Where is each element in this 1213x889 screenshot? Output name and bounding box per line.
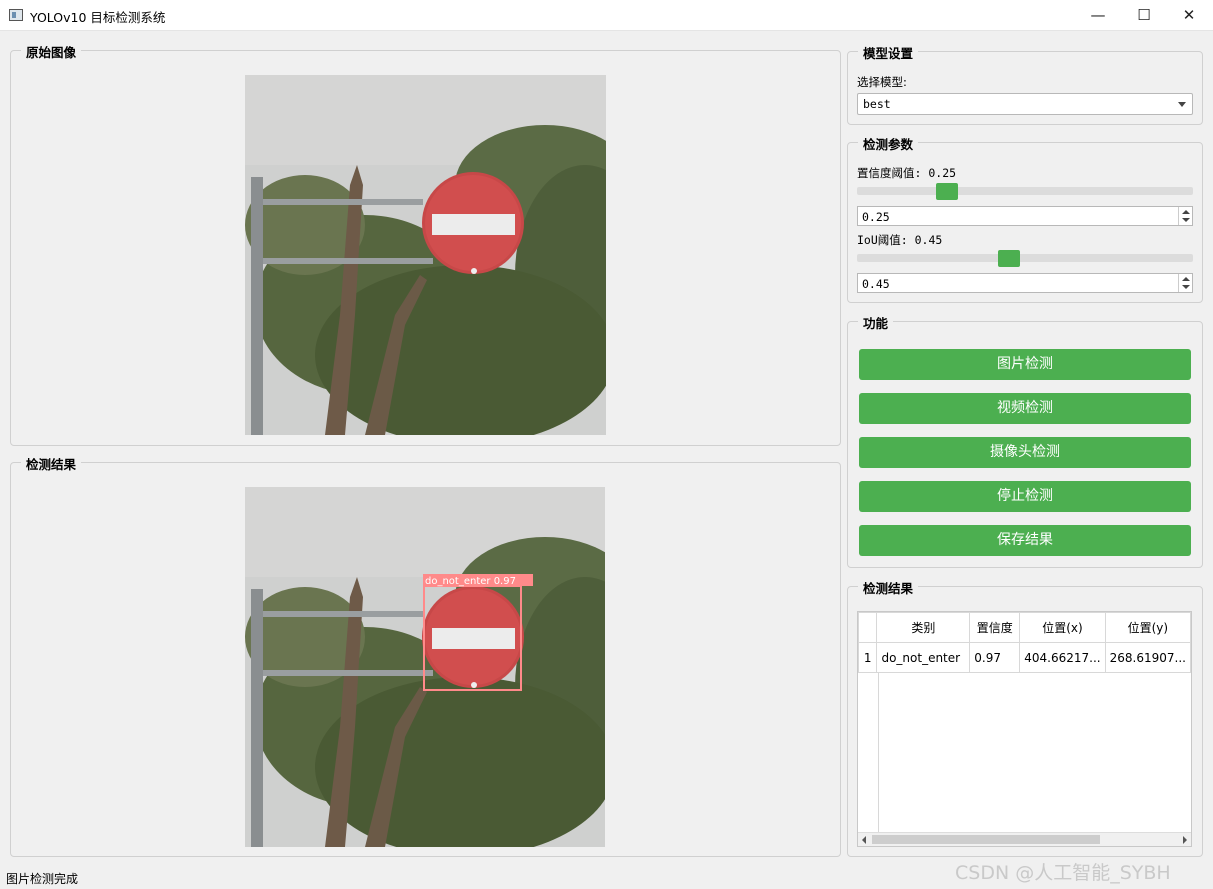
functions-title: 功能 (858, 313, 894, 332)
chevron-down-icon (1178, 102, 1186, 107)
iou-spinbox-value: 0.45 (862, 277, 890, 291)
minimize-button[interactable]: — (1075, 0, 1121, 31)
col-header-confidence[interactable]: 置信度 (969, 612, 1021, 643)
conf-slider[interactable] (857, 187, 1193, 195)
iou-slider[interactable] (857, 254, 1193, 262)
conf-threshold-label: 置信度阈值: 0.25 (857, 166, 957, 180)
stop-detect-button[interactable]: 停止检测 (859, 481, 1191, 512)
conf-spinbox-value: 0.25 (862, 210, 890, 224)
horizontal-scrollbar[interactable] (858, 832, 1191, 846)
col-header-y[interactable]: 位置(y) (1104, 612, 1191, 643)
scrollbar-thumb[interactable] (872, 835, 1100, 844)
title-bar: YOLOv10 目标检测系统 — ☐ ✕ (0, 0, 1213, 31)
table-corner[interactable] (858, 612, 878, 643)
scroll-right-icon[interactable] (1183, 836, 1187, 844)
result-image-title: 检测结果 (21, 454, 82, 473)
iou-spinbox-buttons[interactable] (1178, 274, 1192, 292)
window-title: YOLOv10 目标检测系统 (30, 10, 166, 25)
maximize-button[interactable]: ☐ (1121, 0, 1167, 31)
video-detect-button[interactable]: 视频检测 (859, 393, 1191, 424)
cell-confidence[interactable]: 0.97 (969, 642, 1021, 673)
spin-up-icon[interactable] (1182, 277, 1190, 281)
status-bar: 图片检测完成 (6, 872, 79, 886)
save-results-button[interactable]: 保存结果 (859, 525, 1191, 556)
iou-threshold-label: IoU阈值: 0.45 (857, 233, 943, 247)
app-icon (9, 9, 23, 21)
model-select-label: 选择模型: (857, 75, 907, 89)
iou-slider-handle[interactable] (998, 250, 1021, 267)
original-image (245, 75, 606, 435)
spin-down-icon[interactable] (1182, 285, 1190, 289)
model-settings-title: 模型设置 (858, 43, 919, 62)
spin-up-icon[interactable] (1182, 210, 1190, 214)
scroll-left-icon[interactable] (862, 836, 866, 844)
row-index: 1 (858, 642, 878, 673)
table-row[interactable]: 1 do_not_enter 0.97 404.66217... 268.619… (858, 642, 1191, 673)
result-image: do_not_enter 0.97 (245, 487, 605, 847)
col-header-class[interactable]: 类别 (876, 612, 971, 643)
watermark: CSDN @人工智能_SYBH (955, 862, 1171, 884)
detection-caption: do_not_enter 0.97 (425, 576, 516, 587)
image-detect-button[interactable]: 图片检测 (859, 349, 1191, 380)
conf-spinbox-buttons[interactable] (1178, 207, 1192, 225)
table-header-row: 类别 置信度 位置(x) 位置(y) (858, 612, 1191, 643)
model-select[interactable]: best (857, 93, 1193, 115)
iou-spinbox[interactable]: 0.45 (857, 273, 1193, 293)
cell-x[interactable]: 404.66217... (1019, 642, 1106, 673)
model-select-value: best (863, 97, 891, 111)
camera-detect-button[interactable]: 摄像头检测 (859, 437, 1191, 468)
detect-params-title: 检测参数 (858, 134, 919, 153)
col-header-x[interactable]: 位置(x) (1019, 612, 1106, 643)
results-table-title: 检测结果 (858, 578, 919, 597)
cell-class[interactable]: do_not_enter (876, 642, 971, 673)
row-header-strip (858, 673, 879, 833)
conf-slider-handle[interactable] (935, 183, 958, 200)
spin-down-icon[interactable] (1182, 218, 1190, 222)
conf-spinbox[interactable]: 0.25 (857, 206, 1193, 226)
results-table-container[interactable]: 类别 置信度 位置(x) 位置(y) 1 do_not_enter 0.97 4… (857, 611, 1192, 847)
results-table: 类别 置信度 位置(x) 位置(y) 1 do_not_enter 0.97 4… (858, 612, 1191, 673)
original-image-title: 原始图像 (21, 42, 82, 61)
cell-y[interactable]: 268.61907... (1104, 642, 1191, 673)
close-button[interactable]: ✕ (1166, 0, 1212, 31)
